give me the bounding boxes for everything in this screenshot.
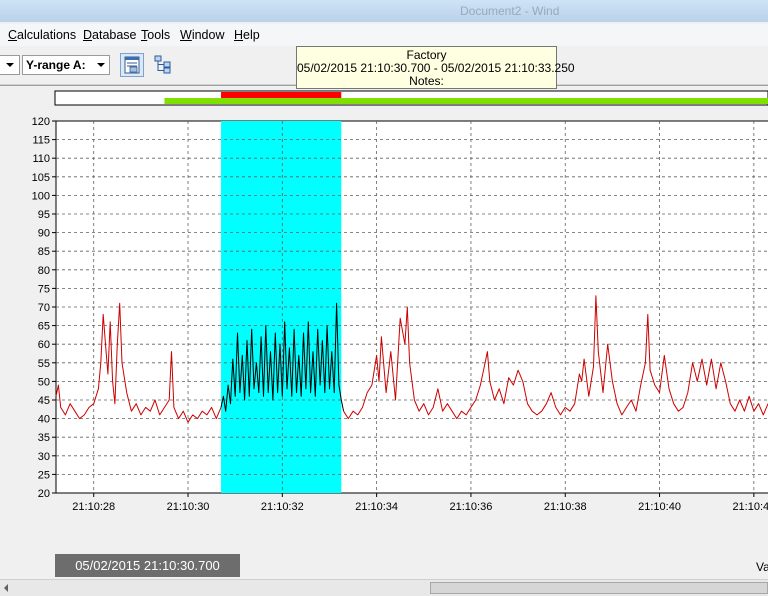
scroll-left-icon[interactable] <box>4 584 8 592</box>
status-strip-red <box>221 92 342 98</box>
y-tick-label: 115 <box>32 135 50 147</box>
y-tick-label: 70 <box>38 302 50 314</box>
menu-database[interactable]: Database <box>83 28 137 42</box>
selection-layer <box>221 121 342 493</box>
scroll-thumb[interactable] <box>430 582 768 594</box>
x-tick-label: 21:10:28 <box>72 501 115 513</box>
selection-tooltip: Factory 05/02/2015 21:10:30.700 - 05/02/… <box>296 46 575 89</box>
menu-help[interactable]: Help <box>234 28 260 42</box>
x-tick-label: 21:10:32 <box>261 501 304 513</box>
y-tick-label: 105 <box>32 172 50 184</box>
chevron-down-icon[interactable] <box>97 63 105 67</box>
y-tick-label: 40 <box>38 414 50 426</box>
cursor-timestamp: 05/02/2015 21:10:30.700 <box>55 554 240 577</box>
line-chart[interactable]: 20 25 30 35 40 45 50 55 60 65 70 75 80 85 90 95 100 105 11… <box>0 86 768 580</box>
status-strip-green <box>164 98 768 104</box>
chart-view-button[interactable] <box>120 53 144 77</box>
y-tick-label: 20 <box>38 488 50 500</box>
y-tick-label: 45 <box>38 395 50 407</box>
value-label: Va <box>756 560 768 574</box>
x-tick-label: 21:10:40 <box>638 501 681 513</box>
x-tick-label: 21:10:42 <box>732 501 768 513</box>
x-tick-label: 21:10:34 <box>355 501 398 513</box>
x-tick-label: 21:10:36 <box>450 501 493 513</box>
title-bar: Document2 - Wind <box>0 0 768 22</box>
chart-view-icon <box>124 56 140 74</box>
y-tick-label: 95 <box>38 209 50 221</box>
y-tick-label: 50 <box>38 376 50 388</box>
y-range-dropdown[interactable]: Y-range A: <box>22 55 110 75</box>
x-tick-label: 21:10:38 <box>544 501 587 513</box>
y-axis: 20 25 30 35 40 45 50 55 60 65 70 75 80 85 90 95 100 105 11… <box>32 116 56 500</box>
x-tick-label: 21:10:30 <box>167 501 210 513</box>
x-axis: 21:10:28 21:10:30 21:10:32 21:10:34 21:10:36… <box>72 493 768 513</box>
y-tick-label: 65 <box>38 321 50 333</box>
y-tick-label: 80 <box>38 265 50 277</box>
y-tick-label: 85 <box>38 246 50 258</box>
y-tick-label: 110 <box>32 153 50 165</box>
chart-panel: 20 25 30 35 40 45 50 55 60 65 70 75 80 85 90 95 100 105 11… <box>0 85 768 580</box>
y-range-label: Y-range A: <box>26 58 86 72</box>
y-tick-label: 25 <box>38 469 50 481</box>
y-tick-label: 100 <box>32 190 50 202</box>
window-title: Document2 - Wind <box>460 4 560 18</box>
selection-highlight <box>221 121 342 493</box>
tree-structure-icon <box>154 55 171 74</box>
horizontal-scrollbar[interactable] <box>0 579 768 596</box>
menu-window[interactable]: Window <box>180 28 224 42</box>
menu-calculations[interactable]: Calculations <box>8 28 76 42</box>
tree-structure-button[interactable] <box>152 53 176 77</box>
menu-tools[interactable]: Tools <box>141 28 170 42</box>
y-tick-label: 90 <box>38 228 50 240</box>
status-strip <box>54 90 768 106</box>
y-tick-label: 75 <box>38 283 50 295</box>
series-dropdown[interactable] <box>0 55 20 75</box>
tooltip-notes: Notes: <box>409 74 444 88</box>
y-tick-label: 30 <box>38 451 50 463</box>
y-tick-label: 35 <box>38 432 50 444</box>
y-tick-label: 120 <box>32 116 50 128</box>
menu-bar: Calculations Database Tools Window Help <box>0 24 768 46</box>
y-tick-label: 60 <box>38 339 50 351</box>
y-tick-label: 55 <box>38 358 50 370</box>
